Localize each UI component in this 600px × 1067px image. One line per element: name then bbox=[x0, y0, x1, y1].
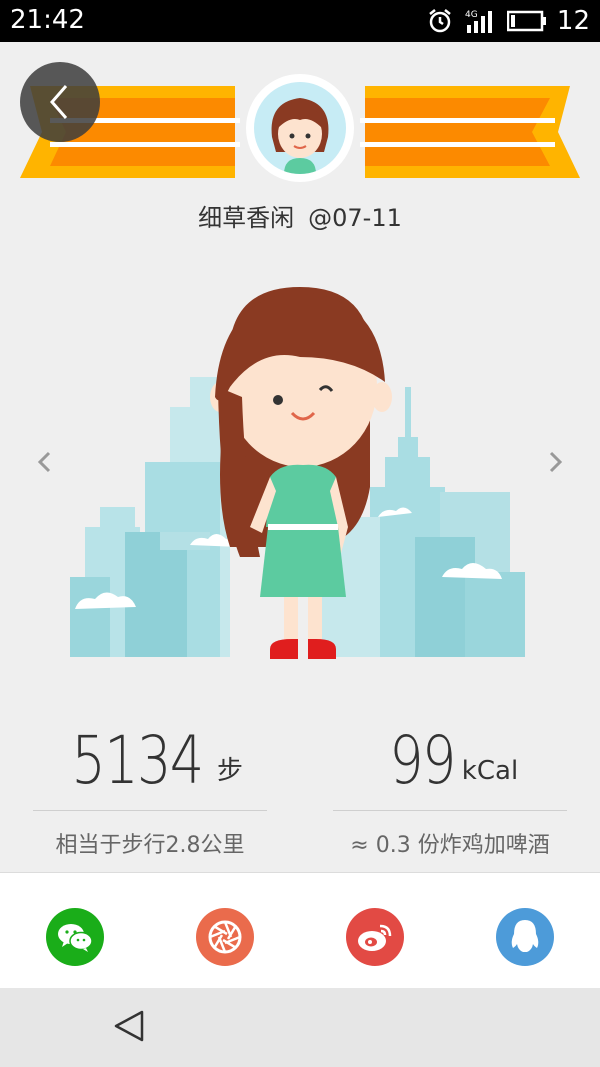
calories-divider bbox=[333, 810, 567, 811]
calories-value: 99 bbox=[389, 722, 456, 799]
share-qq-button[interactable] bbox=[496, 908, 554, 966]
calories-stat: 99 kCal ≈ 0.3 份炸鸡加啤酒 bbox=[333, 712, 567, 859]
calories-description: ≈ 0.3 份炸鸡加啤酒 bbox=[350, 833, 550, 858]
steps-description: 相当于步行2.8公里 bbox=[55, 833, 245, 858]
weibo-icon bbox=[358, 924, 392, 951]
user-info: 细草香闲 @07-11 bbox=[0, 198, 600, 233]
share-wechat-button[interactable] bbox=[46, 908, 104, 966]
battery-level: 12 bbox=[556, 6, 590, 36]
status-time: 21:42 bbox=[10, 5, 85, 35]
share-weibo-button[interactable] bbox=[346, 908, 404, 966]
alarm-icon bbox=[429, 9, 451, 33]
back-button[interactable] bbox=[20, 62, 100, 142]
steps-unit: 步 bbox=[216, 756, 243, 786]
next-day-button[interactable] bbox=[540, 447, 570, 477]
avatar-image bbox=[254, 82, 346, 174]
signal-icon: 4G bbox=[465, 10, 492, 33]
nav-back-button[interactable] bbox=[110, 1006, 150, 1046]
record-date: @07-11 bbox=[308, 204, 402, 232]
wechat-icon bbox=[58, 924, 93, 952]
battery-icon bbox=[506, 10, 546, 32]
status-icons: 4G 12 bbox=[427, 5, 590, 37]
calories-unit: kCal bbox=[461, 756, 519, 786]
previous-day-button[interactable] bbox=[30, 447, 60, 477]
main-content: 细草香闲 @07-11 5134 步 相当于步行2.8公里 99 kCal ≈ … bbox=[0, 42, 600, 872]
chevron-left-icon bbox=[37, 451, 51, 473]
share-bar bbox=[0, 872, 600, 988]
share-moments-button[interactable] bbox=[196, 908, 254, 966]
network-type: 4G bbox=[465, 10, 478, 20]
system-nav-bar bbox=[0, 988, 600, 1067]
steps-value: 5134 bbox=[71, 722, 204, 799]
avatar[interactable] bbox=[246, 74, 354, 182]
status-bar: 21:42 4G 12 bbox=[0, 0, 600, 42]
chevron-right-icon bbox=[549, 451, 563, 473]
character-illustration bbox=[70, 287, 525, 659]
qq-penguin-icon bbox=[511, 920, 539, 952]
camera-aperture-icon bbox=[208, 920, 242, 954]
user-name: 细草香闲 bbox=[198, 204, 295, 232]
chevron-left-icon bbox=[50, 85, 68, 119]
steps-stat: 5134 步 相当于步行2.8公里 bbox=[33, 712, 267, 859]
